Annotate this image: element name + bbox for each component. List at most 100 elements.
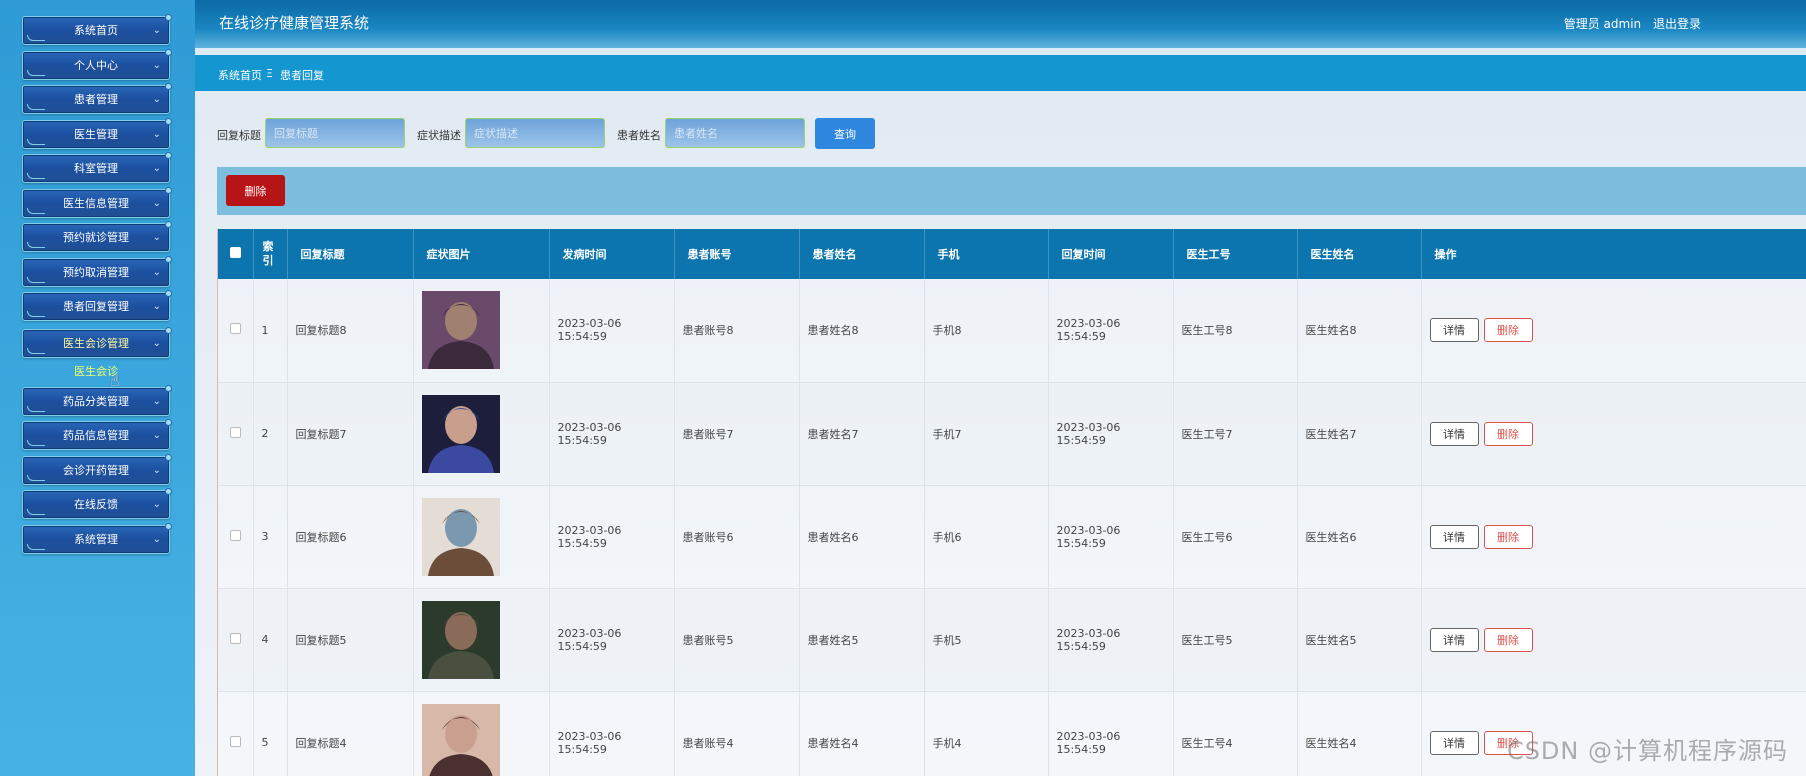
cell-image: [413, 691, 550, 776]
sidebar-item-label: 个人中心: [74, 58, 118, 72]
row-checkbox[interactable]: [229, 632, 241, 644]
cell-actions: 详情 删除: [1421, 485, 1806, 589]
row-checkbox[interactable]: [229, 323, 241, 335]
cell-name: 患者姓名4: [799, 691, 925, 776]
cell-name: 患者姓名6: [799, 485, 925, 589]
detail-button[interactable]: 详情: [1429, 730, 1479, 755]
cell-reply-time: 2023-03-06 15:54:59: [1048, 588, 1174, 692]
select-all-checkbox[interactable]: [229, 247, 241, 258]
row-select-cell[interactable]: [218, 588, 254, 692]
cell-phone: 手机4: [924, 691, 1049, 776]
cell-phone: 手机8: [924, 279, 1049, 383]
delete-button[interactable]: 删除: [1483, 318, 1533, 343]
cell-doctor-name: 医生姓名6: [1297, 485, 1422, 589]
sidebar-item-8[interactable]: 患者回复管理 ⌄: [22, 290, 172, 321]
breadcrumb-separator-icon: Ξ: [266, 67, 273, 80]
ornament-curl-icon: [27, 543, 45, 550]
cell-onset-time: 2023-03-06 15:54:59: [549, 382, 675, 486]
cell-account: 患者账号5: [674, 588, 800, 692]
delete-button[interactable]: 删除: [1483, 421, 1533, 446]
cell-actions: 详情 删除: [1421, 279, 1806, 383]
chevron-down-icon: ⌄: [152, 232, 161, 243]
sidebar-item-label: 系统首页: [74, 24, 118, 37]
breadcrumb-home[interactable]: 系统首页: [218, 67, 262, 83]
select-all-header[interactable]: [218, 229, 254, 279]
sidebar-item-14[interactable]: 系统管理 ⌄: [22, 522, 172, 554]
chevron-down-icon: ⌄: [152, 128, 161, 140]
patient-name-input[interactable]: [665, 118, 805, 148]
row-checkbox[interactable]: [229, 735, 241, 747]
symptom-input[interactable]: [465, 118, 605, 148]
table-header-row: 索 引 回复标题 症状图片 发病时间 患者账号 患者姓名 手机 回复时间 医生工…: [218, 229, 1806, 279]
ornament-curl-icon: [27, 474, 45, 481]
sidebar-item-2[interactable]: 患者管理 ⌄: [22, 83, 172, 114]
ornament-dot-icon: [165, 419, 172, 426]
sidebar-item-13[interactable]: 在线反馈 ⌄: [22, 488, 172, 519]
title-input[interactable]: [265, 118, 405, 148]
sidebar-item-0[interactable]: 系统首页 ⌄: [22, 14, 172, 45]
query-button[interactable]: 查询: [815, 118, 875, 149]
sidebar-item-12[interactable]: 会诊开药管理 ⌄: [22, 453, 172, 485]
col-account: 患者账号: [674, 229, 800, 279]
sidebar-item-11[interactable]: 药品信息管理 ⌄: [22, 419, 172, 450]
sidebar-item-4[interactable]: 科室管理 ⌄: [22, 152, 172, 183]
cell-index: 3: [253, 485, 288, 589]
cell-account: 患者账号8: [674, 279, 800, 383]
delete-button[interactable]: 删除: [1483, 627, 1533, 652]
logout-link[interactable]: 退出登录: [1653, 17, 1701, 31]
symptom-image[interactable]: [421, 600, 500, 679]
sidebar-item-7[interactable]: 预约取消管理 ⌄: [22, 255, 172, 287]
delete-button[interactable]: 删除: [1483, 524, 1533, 549]
cell-name: 患者姓名8: [799, 279, 925, 383]
batch-delete-button[interactable]: 删除: [226, 175, 285, 206]
cell-title: 回复标题6: [287, 485, 414, 589]
row-select-cell[interactable]: [218, 279, 254, 383]
col-doctor-id: 医生工号: [1173, 229, 1298, 279]
cell-doctor-id: 医生工号7: [1173, 382, 1298, 486]
user-area: 管理员 admin 退出登录: [1564, 15, 1701, 32]
detail-button[interactable]: 详情: [1429, 627, 1479, 652]
sidebar-item-5[interactable]: 医生信息管理 ⌄: [22, 186, 172, 218]
symptom-image[interactable]: [421, 291, 500, 370]
chevron-down-icon: ⌄: [152, 94, 161, 105]
sidebar-item-6[interactable]: 预约就诊管理 ⌄: [22, 221, 172, 252]
ornament-dot-icon: [165, 117, 172, 125]
row-select-cell[interactable]: [218, 691, 254, 776]
sidebar-item-3[interactable]: 医生管理 ⌄: [22, 117, 172, 149]
row-select-cell[interactable]: [218, 485, 254, 589]
detail-button[interactable]: 详情: [1429, 421, 1479, 446]
cell-index: 5: [253, 691, 288, 776]
cell-phone: 手机5: [924, 588, 1049, 692]
breadcrumb-current: 患者回复: [280, 69, 324, 82]
cell-account: 患者账号6: [674, 485, 800, 589]
symptom-image[interactable]: [421, 497, 500, 576]
ornament-dot-icon: [165, 453, 172, 461]
sidebar-item-10[interactable]: 药品分类管理 ⌄: [22, 384, 172, 416]
symptom-image[interactable]: [421, 703, 500, 776]
sidebar-item-9[interactable]: 医生会诊管理 ⌄: [22, 327, 172, 358]
table-row: 1 回复标题8 2023-03-06 15:54:59 患者账号8 患者姓名8 手机8 20…: [218, 279, 1806, 383]
detail-button[interactable]: 详情: [1429, 318, 1479, 343]
chevron-down-icon: ⌄: [152, 464, 161, 476]
sidebar-subitem-consultation[interactable]: 医生会诊 ☝: [22, 361, 170, 390]
cell-image: [413, 485, 550, 589]
ornament-dot-icon: [165, 14, 172, 21]
col-onset: 发病时间: [549, 229, 675, 279]
user-label: 管理员 admin: [1563, 17, 1642, 31]
sidebar-item-1[interactable]: 个人中心 ⌄: [22, 48, 172, 80]
detail-button[interactable]: 详情: [1429, 524, 1479, 549]
row-select-cell[interactable]: [218, 382, 254, 486]
chevron-down-icon: ⌄: [152, 430, 161, 441]
chevron-down-icon: ⌄: [152, 266, 161, 278]
ornament-dot-icon: [165, 48, 172, 56]
symptom-image[interactable]: [421, 394, 500, 473]
cell-phone: 手机7: [924, 382, 1049, 486]
cell-account: 患者账号4: [674, 691, 800, 776]
sidebar-item-label: 会诊开药管理: [63, 463, 129, 477]
cell-title: 回复标题8: [287, 279, 414, 383]
row-checkbox[interactable]: [229, 426, 241, 438]
cell-doctor-id: 医生工号8: [1173, 279, 1298, 383]
cell-index: 4: [253, 588, 288, 692]
row-checkbox[interactable]: [229, 529, 241, 541]
cell-phone: 手机6: [924, 485, 1049, 589]
